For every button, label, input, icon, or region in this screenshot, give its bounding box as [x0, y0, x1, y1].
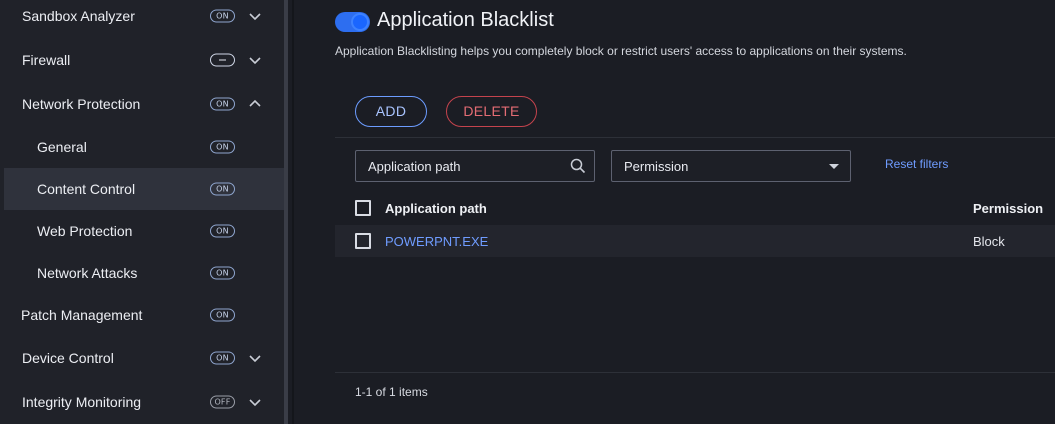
sidebar-item-network-attacks[interactable]: Network Attacks ON: [4, 252, 284, 294]
partial-status-badge[interactable]: [210, 53, 235, 67]
sidebar-item-device-control[interactable]: Device Control ON: [4, 337, 284, 379]
divider: [335, 137, 1055, 138]
column-header-application-path[interactable]: Application path: [385, 201, 487, 216]
table-header: Application path Permission: [335, 192, 1055, 224]
chevron-down-icon[interactable]: [248, 351, 262, 365]
sidebar-item-firewall[interactable]: Firewall: [4, 39, 284, 81]
search-placeholder: Application path: [368, 159, 461, 174]
status-badge[interactable]: ON: [210, 308, 235, 322]
page-description: Application Blacklisting helps you compl…: [335, 44, 907, 58]
search-icon[interactable]: [570, 158, 586, 174]
row-checkbox[interactable]: [355, 233, 371, 249]
pagination-info: 1-1 of 1 items: [355, 385, 428, 399]
sidebar-item-label: Network Protection: [22, 96, 141, 112]
sidebar-item-label: Integrity Monitoring: [22, 394, 142, 410]
select-all-checkbox[interactable]: [355, 200, 371, 216]
sidebar-item-general[interactable]: General ON: [4, 126, 284, 168]
sidebar-item-label: Patch Management: [21, 307, 143, 323]
status-badge[interactable]: ON: [210, 224, 235, 238]
sidebar-item-web-protection[interactable]: Web Protection ON: [4, 210, 284, 252]
chevron-down-icon[interactable]: [248, 9, 262, 23]
column-header-permission[interactable]: Permission: [973, 201, 1043, 216]
chevron-up-icon[interactable]: [248, 97, 262, 111]
sidebar-item-patch-management[interactable]: Patch Management ON: [4, 294, 284, 336]
application-path-link[interactable]: POWERPNT.EXE: [385, 234, 488, 249]
reset-filters-link[interactable]: Reset filters: [885, 157, 948, 171]
permission-value: Block: [973, 234, 1005, 249]
sidebar-item-sandbox-analyzer[interactable]: Sandbox Analyzer ON: [4, 0, 284, 37]
divider: [335, 372, 1055, 373]
sidebar-item-label: Web Protection: [37, 223, 133, 239]
add-button[interactable]: ADD: [355, 96, 427, 127]
sidebar-item-label: Network Attacks: [37, 265, 138, 281]
status-badge[interactable]: ON: [210, 140, 235, 154]
sidebar-item-label: Firewall: [22, 52, 71, 68]
status-badge[interactable]: ON: [210, 351, 235, 365]
permission-select[interactable]: Permission: [611, 150, 851, 182]
status-badge[interactable]: ON: [210, 182, 235, 196]
chevron-down-icon[interactable]: [248, 395, 262, 409]
status-badge[interactable]: ON: [210, 97, 235, 111]
sidebar-scrollbar[interactable]: [284, 0, 288, 424]
delete-button[interactable]: DELETE: [446, 96, 537, 127]
sidebar-item-label: Device Control: [22, 350, 114, 366]
sidebar-item-label: General: [37, 139, 87, 155]
sidebar-item-label: Content Control: [37, 181, 136, 197]
status-badge[interactable]: OFF: [210, 395, 235, 409]
blacklist-toggle[interactable]: [335, 12, 370, 32]
chevron-down-icon[interactable]: [248, 53, 262, 67]
status-badge[interactable]: ON: [210, 266, 235, 280]
sidebar-item-content-control[interactable]: Content Control ON: [4, 168, 284, 210]
application-path-search-input[interactable]: Application path: [355, 150, 595, 182]
sidebar-item-network-protection[interactable]: Network Protection ON: [4, 83, 284, 125]
toggle-knob: [351, 13, 369, 31]
sidebar-item-integrity-monitoring[interactable]: Integrity Monitoring OFF: [4, 381, 284, 423]
caret-down-icon: [829, 164, 839, 169]
permission-select-value: Permission: [624, 159, 689, 174]
page-title: Application Blacklist: [377, 9, 554, 31]
table-row[interactable]: POWERPNT.EXE Block: [335, 225, 1055, 257]
sidebar-item-label: Sandbox Analyzer: [22, 8, 135, 24]
sidebar: Sandbox Analyzer ON Firewall Network Pro…: [0, 0, 286, 424]
status-badge[interactable]: ON: [210, 9, 235, 23]
